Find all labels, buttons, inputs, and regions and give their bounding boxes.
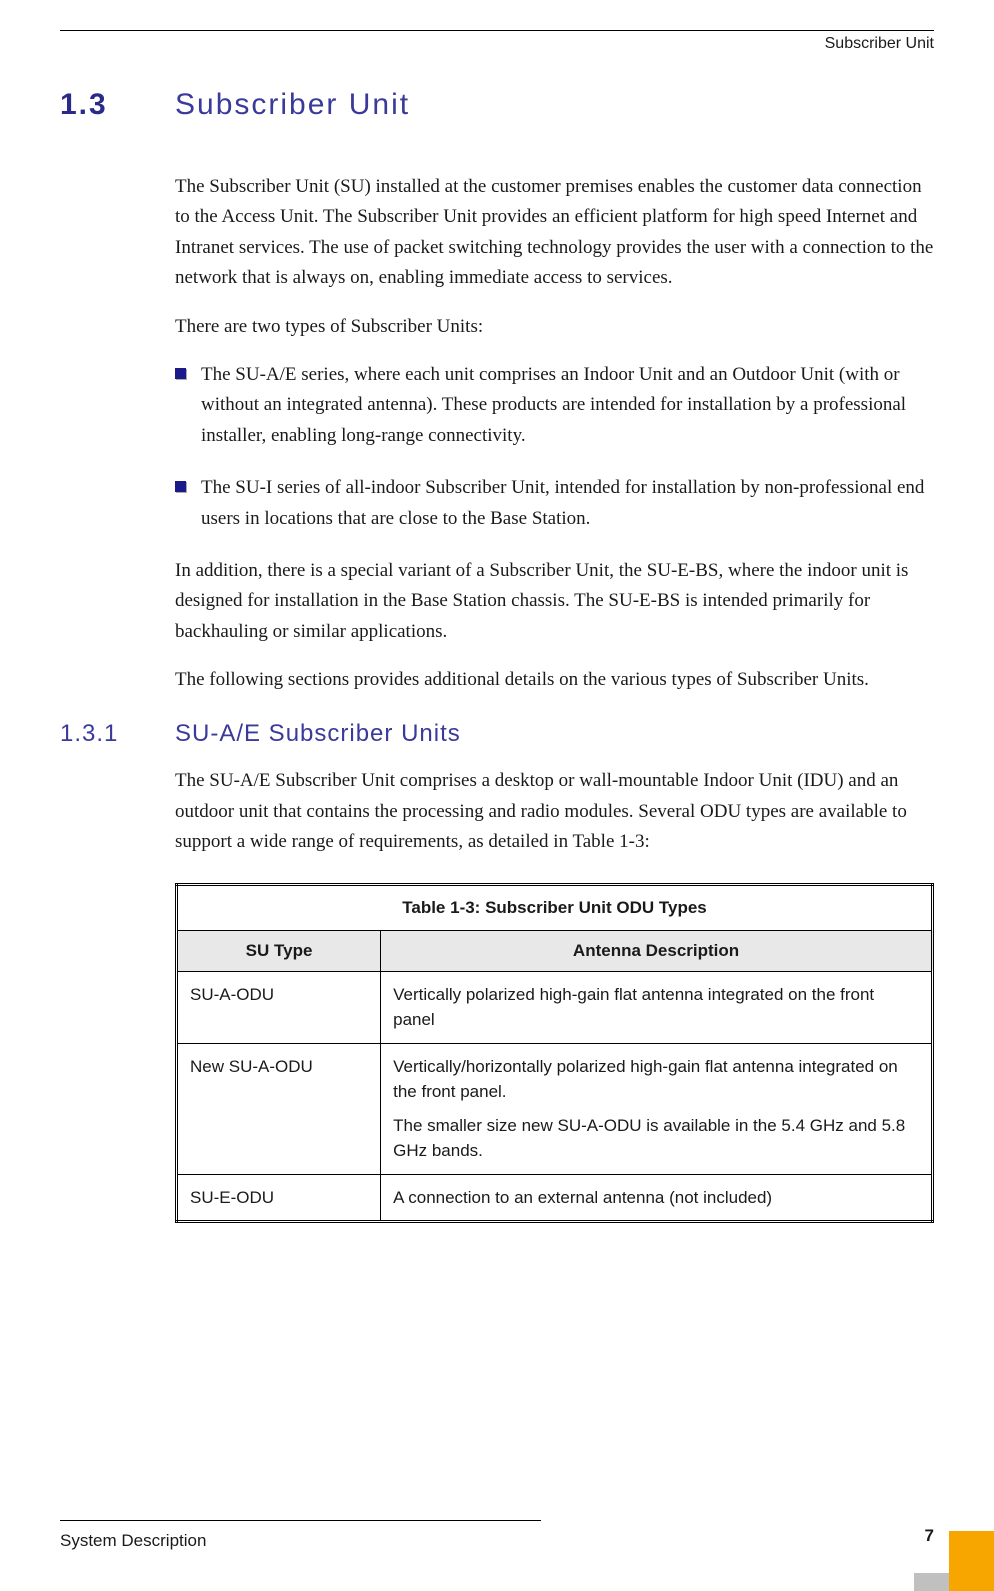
running-header: Subscriber Unit xyxy=(60,35,934,53)
table-cell: SU-A-ODU xyxy=(177,971,381,1043)
table-row: SU-E-ODU A connection to an external ant… xyxy=(177,1174,933,1222)
table-cell: Vertically/horizontally polarized high-g… xyxy=(381,1043,933,1174)
bullet-text: The SU-I series of all-indoor Subscriber… xyxy=(201,473,934,534)
decor-bar-orange xyxy=(949,1531,994,1591)
footer-text: System Description xyxy=(60,1531,206,1551)
square-bullet-icon xyxy=(175,368,186,379)
paragraph: The Subscriber Unit (SU) installed at th… xyxy=(175,172,934,294)
column-header: SU Type xyxy=(177,930,381,971)
paragraph: The SU-A/E Subscriber Unit comprises a d… xyxy=(175,766,934,857)
paragraph: There are two types of Subscriber Units: xyxy=(175,312,934,342)
subsection-title: SU-A/E Subscriber Units xyxy=(175,720,461,748)
section-title: Subscriber Unit xyxy=(175,88,410,122)
table-row: New SU-A-ODU Vertically/horizontally pol… xyxy=(177,1043,933,1174)
subsection-heading: 1.3.1 SU-A/E Subscriber Units xyxy=(60,720,934,748)
table-cell: SU-E-ODU xyxy=(177,1174,381,1222)
list-item: The SU-I series of all-indoor Subscriber… xyxy=(175,473,934,534)
odu-types-table: Table 1-3: Subscriber Unit ODU Types SU … xyxy=(175,883,934,1224)
section-number: 1.3 xyxy=(60,88,175,122)
table-cell: New SU-A-ODU xyxy=(177,1043,381,1174)
table-row: SU-A-ODU Vertically polarized high-gain … xyxy=(177,971,933,1043)
footer-decoration xyxy=(914,1531,994,1591)
subsection-number: 1.3.1 xyxy=(60,720,175,748)
table-cell: Vertically polarized high-gain flat ante… xyxy=(381,971,933,1043)
bullet-text: The SU-A/E series, where each unit compr… xyxy=(201,360,934,451)
square-bullet-icon xyxy=(175,481,186,492)
table-title: Table 1-3: Subscriber Unit ODU Types xyxy=(177,884,933,930)
paragraph: In addition, there is a special variant … xyxy=(175,556,934,647)
bullet-list: The SU-A/E series, where each unit compr… xyxy=(175,360,934,534)
column-header: Antenna Description xyxy=(381,930,933,971)
paragraph: The following sections provides addition… xyxy=(175,665,934,695)
table-cell: A connection to an external antenna (not… xyxy=(381,1174,933,1222)
section-heading: 1.3 Subscriber Unit xyxy=(60,88,934,122)
decor-bar-gray xyxy=(914,1573,949,1591)
list-item: The SU-A/E series, where each unit compr… xyxy=(175,360,934,451)
